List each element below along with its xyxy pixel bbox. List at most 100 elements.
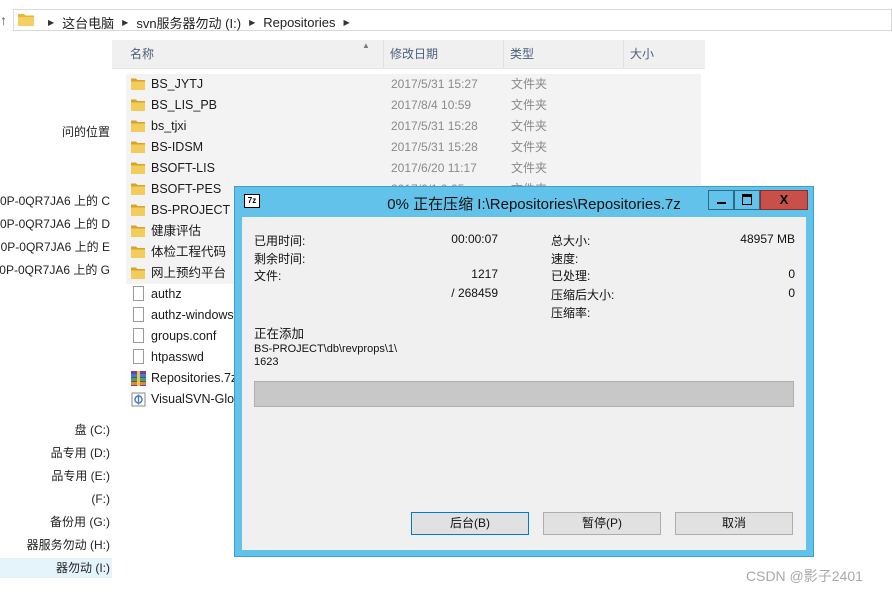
file-icon — [133, 307, 144, 322]
nav-item-network-location[interactable]: 问的位置 — [0, 122, 112, 142]
folder-icon — [131, 162, 145, 174]
nav-item-label: 0P-0QR7JA6 上的 C — [0, 194, 110, 208]
compress-progress-dialog: 7z 0% 正在压缩 I:\Repositories\Repositories.… — [234, 186, 814, 557]
breadcrumb: ▶ 这台电脑 ▶ svn服务器勿动 (I:) ▶ Repositories ▶ — [40, 13, 358, 32]
nav-item-drive-e[interactable]: 品专用 (E:) — [0, 466, 112, 486]
folder-icon — [131, 78, 145, 90]
file-icon — [133, 328, 144, 343]
folder-icon — [131, 225, 145, 237]
current-file: 1623 — [254, 356, 279, 368]
speed-label: 速度: — [551, 252, 579, 266]
navigation-pane: 问的位置 0P-0QR7JA6 上的 C 0P-0QR7JA6 上的 D 0P-… — [0, 40, 112, 592]
chevron-right-icon[interactable]: ▶ — [249, 18, 255, 27]
folder-icon — [18, 14, 34, 26]
watermark: CSDN @影子2401 — [746, 568, 863, 584]
nav-item-drive-i[interactable]: 器勿动 (I:) — [0, 558, 112, 578]
policy-file-icon — [131, 392, 146, 407]
files-total: / 268459 — [451, 286, 498, 300]
file-date: 2017/5/31 15:28 — [391, 119, 478, 133]
crumb-this-pc[interactable]: 这台电脑 — [62, 13, 114, 32]
sort-ascending-icon: ▲ — [362, 41, 370, 50]
file-name: BS_LIS_PB — [151, 98, 218, 112]
minimize-button[interactable] — [708, 190, 734, 210]
nav-item-label: 盘 (C:) — [74, 423, 110, 437]
nav-item-network-c[interactable]: 0P-0QR7JA6 上的 C — [0, 191, 112, 211]
folder-icon — [131, 183, 145, 195]
maximize-button[interactable] — [734, 190, 760, 210]
file-icon — [133, 286, 144, 301]
total-size-value: 48957 MB — [740, 232, 795, 246]
file-type: 文件夹 — [511, 140, 548, 154]
file-row[interactable]: bs_tjxi 2017/5/31 15:28 文件夹 — [126, 116, 701, 137]
file-name: bs_tjxi — [151, 119, 187, 133]
adding-label: 正在添加 — [254, 327, 305, 341]
nav-item-network-d[interactable]: 0P-0QR7JA6 上的 D — [0, 214, 112, 234]
pause-button[interactable]: 暂停(P) — [543, 512, 661, 535]
file-row[interactable]: BS-IDSM 2017/5/31 15:28 文件夹 — [126, 137, 701, 158]
folder-icon — [131, 267, 145, 279]
file-icon — [133, 349, 144, 364]
dialog-body: 已用时间: 00:00:07 剩余时间: 文件: 1217 / 268459 总… — [242, 217, 806, 550]
compression-ratio-label: 压缩率: — [551, 306, 591, 320]
up-arrow-icon[interactable]: ↑ — [0, 12, 7, 28]
nav-item-drive-d[interactable]: 品专用 (D:) — [0, 443, 112, 463]
column-header-date[interactable]: 修改日期 — [384, 40, 504, 68]
nav-item-drive-c[interactable]: 盘 (C:) — [0, 420, 112, 440]
nav-item-label: 0P-0QR7JA6 上的 D — [0, 217, 110, 231]
file-date: 2017/5/31 15:27 — [391, 77, 478, 91]
nav-item-drive-h[interactable]: 器服务勿动 (H:) — [0, 535, 112, 555]
chevron-right-icon[interactable]: ▶ — [122, 18, 128, 27]
column-header-name[interactable]: 名称 — [112, 40, 384, 68]
chevron-right-icon[interactable]: ▶ — [343, 18, 349, 27]
processed-value: 0 — [788, 267, 795, 281]
chevron-right-icon[interactable]: ▶ — [48, 18, 54, 27]
file-name: BS-IDSM — [151, 140, 204, 154]
close-button[interactable]: X — [760, 190, 808, 210]
file-type: 文件夹 — [511, 161, 548, 175]
total-size-label: 总大小: — [551, 234, 591, 248]
nav-item-network-g[interactable]: 0P-0QR7JA6 上的 G — [0, 260, 112, 280]
nav-item-label: 0P-0QR7JA6 上的 G — [0, 263, 110, 277]
file-row[interactable]: BS_JYTJ 2017/5/31 15:27 文件夹 — [126, 74, 701, 95]
background-button[interactable]: 后台(B) — [411, 512, 529, 535]
nav-item-label: 0P-0QR7JA6 上的 E — [0, 240, 110, 254]
file-row[interactable]: BS_LIS_PB 2017/8/4 10:59 文件夹 — [126, 95, 701, 116]
nav-item-label: (F:) — [91, 492, 110, 506]
cancel-button[interactable]: 取消 — [675, 512, 793, 535]
nav-item-label: 备份用 (G:) — [50, 515, 110, 529]
column-header-size[interactable]: 大小 — [624, 40, 705, 68]
file-row[interactable]: BSOFT-LIS 2017/6/20 11:17 文件夹 — [126, 158, 701, 179]
nav-item-label: 器勿动 (I:) — [56, 561, 110, 575]
file-type: 文件夹 — [511, 98, 548, 112]
folder-icon — [131, 141, 145, 153]
crumb-repositories[interactable]: Repositories — [263, 15, 335, 30]
nav-item-drive-g[interactable]: 备份用 (G:) — [0, 512, 112, 532]
archive-icon — [131, 371, 146, 386]
file-name: BSOFT-LIS — [151, 161, 215, 175]
folder-icon — [131, 99, 145, 111]
crumb-drive-i[interactable]: svn服务器勿动 (I:) — [136, 13, 241, 32]
folder-icon — [131, 120, 145, 132]
address-bar: ↑ ▶ 这台电脑 ▶ svn服务器勿动 (I:) ▶ Repositories … — [0, 0, 892, 40]
nav-item-drive-f[interactable]: (F:) — [0, 489, 112, 509]
file-date: 2017/8/4 10:59 — [391, 98, 472, 112]
folder-icon — [131, 246, 145, 258]
maximize-icon — [742, 194, 752, 205]
nav-item-label: 器服务勿动 (H:) — [26, 538, 110, 552]
address-box[interactable]: ▶ 这台电脑 ▶ svn服务器勿动 (I:) ▶ Repositories ▶ — [13, 9, 892, 31]
compressed-size-value: 0 — [788, 286, 795, 300]
file-type: 文件夹 — [511, 77, 548, 91]
elapsed-time-value: 00:00:07 — [451, 232, 498, 246]
progress-bar — [254, 381, 794, 407]
files-value: 1217 — [471, 267, 498, 281]
file-date: 2017/5/31 15:28 — [391, 140, 478, 154]
file-date: 2017/6/20 11:17 — [391, 161, 477, 175]
nav-item-label: 品专用 (D:) — [50, 446, 110, 460]
close-icon: X — [779, 192, 789, 207]
nav-item-network-e[interactable]: 0P-0QR7JA6 上的 E — [0, 237, 112, 257]
column-header-type[interactable]: 类型 — [504, 40, 624, 68]
dialog-title-bar[interactable]: 7z 0% 正在压缩 I:\Repositories\Repositories.… — [235, 187, 813, 217]
file-name: BS_JYTJ — [151, 77, 204, 91]
remaining-time-label: 剩余时间: — [254, 252, 306, 266]
column-header-bar: 名称 修改日期 类型 大小 — [112, 40, 705, 69]
